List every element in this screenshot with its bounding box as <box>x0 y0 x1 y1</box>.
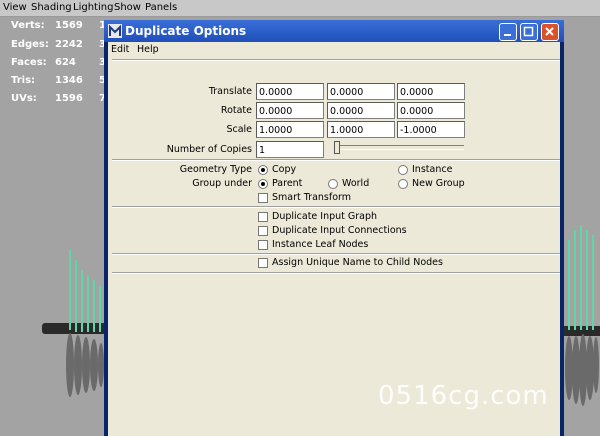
scale-y-field[interactable]: 1.0000 <box>327 121 395 138</box>
duplicate-input-connections-checkbox[interactable] <box>258 226 268 236</box>
menu-divider <box>112 59 560 61</box>
close-button[interactable] <box>541 23 559 41</box>
smart-transform-label: Smart Transform <box>272 192 352 203</box>
dialog-title: Duplicate Options <box>125 24 247 38</box>
duplicate-input-graph-checkbox[interactable] <box>258 212 268 222</box>
menu-panels[interactable]: Panels <box>145 2 177 13</box>
stat-label: Edges: <box>11 39 49 50</box>
group-new-group-radio[interactable] <box>398 179 408 189</box>
stat-edges: Edges: 2242 3 <box>11 39 111 53</box>
duplicate-input-graph-label: Duplicate Input Graph <box>272 211 378 222</box>
stat-uvs: UVs: 1596 7 <box>11 93 111 107</box>
dialog-titlebar[interactable]: Duplicate Options <box>104 20 564 42</box>
menu-help[interactable]: Help <box>137 44 159 55</box>
right-mesh-object[interactable] <box>563 220 600 410</box>
group-parent-label: Parent <box>272 178 303 189</box>
menu-view[interactable]: View <box>3 2 27 13</box>
section-divider <box>112 253 560 255</box>
stat-verts: Verts: 1569 1 <box>11 20 111 34</box>
stat-value: 1569 <box>55 20 83 31</box>
section-divider <box>112 159 560 161</box>
instance-leaf-nodes-label: Instance Leaf Nodes <box>272 239 369 250</box>
geometry-instance-radio[interactable] <box>398 165 408 175</box>
maya-app-icon <box>108 24 122 38</box>
assign-unique-name-label: Assign Unique Name to Child Nodes <box>272 257 443 268</box>
copies-slider-handle[interactable] <box>334 141 340 154</box>
scale-z-field[interactable]: -1.0000 <box>397 121 465 138</box>
copies-field[interactable]: 1 <box>256 141 324 158</box>
rotate-x-field[interactable]: 0.0000 <box>256 102 324 119</box>
watermark-text: 0516cg.com <box>378 381 549 411</box>
menu-lighting[interactable]: Lighting <box>73 2 113 13</box>
stat-label: Tris: <box>11 75 36 86</box>
close-icon <box>545 27 554 36</box>
menu-shading[interactable]: Shading <box>31 2 72 13</box>
maximize-icon <box>523 26 534 37</box>
rotate-z-field[interactable]: 0.0000 <box>397 102 465 119</box>
stat-value: 1346 <box>55 75 83 86</box>
stat-label: Verts: <box>11 20 45 31</box>
minimize-icon <box>504 34 511 36</box>
rotate-label: Rotate <box>220 105 252 116</box>
geometry-instance-label: Instance <box>412 164 453 175</box>
translate-z-field[interactable]: 0.0000 <box>397 83 465 100</box>
dialog-menubar: Edit Help <box>108 42 560 58</box>
instance-leaf-nodes-checkbox[interactable] <box>258 240 268 250</box>
copies-label: Number of Copies <box>166 144 252 155</box>
stat-label: Faces: <box>11 57 47 68</box>
rotate-y-field[interactable]: 0.0000 <box>327 102 395 119</box>
menu-edit[interactable]: Edit <box>111 44 129 55</box>
translate-label: Translate <box>208 86 252 97</box>
menu-show[interactable]: Show <box>114 2 141 13</box>
group-under-label: Group under <box>192 178 252 189</box>
section-divider <box>112 206 560 208</box>
duplicate-options-dialog: Duplicate Options Edit Help Translate 0.… <box>104 20 564 436</box>
group-parent-radio[interactable] <box>258 179 268 189</box>
section-divider <box>112 272 560 274</box>
copies-slider-track[interactable] <box>334 145 464 150</box>
geometry-copy-label: Copy <box>272 164 297 175</box>
scale-label: Scale <box>226 124 252 135</box>
stat-value: 624 <box>55 57 76 68</box>
maximize-button[interactable] <box>520 23 538 41</box>
group-world-radio[interactable] <box>328 179 338 189</box>
duplicate-input-connections-label: Duplicate Input Connections <box>272 225 407 236</box>
stat-value: 2242 <box>55 39 83 50</box>
scale-x-field[interactable]: 1.0000 <box>256 121 324 138</box>
geometry-copy-radio[interactable] <box>258 165 268 175</box>
translate-y-field[interactable]: 0.0000 <box>327 83 395 100</box>
dialog-content: Edit Help Translate 0.0000 0.0000 0.0000… <box>108 42 560 436</box>
viewport-menubar: View Shading Lighting Show Panels <box>0 0 600 17</box>
stat-value: 1596 <box>55 93 83 104</box>
stat-faces: Faces: 624 3 <box>11 57 111 71</box>
assign-unique-name-checkbox[interactable] <box>258 258 268 268</box>
group-world-label: World <box>342 178 370 189</box>
stat-tris: Tris: 1346 5 <box>11 75 111 89</box>
minimize-button[interactable] <box>499 23 517 41</box>
left-mesh-object[interactable] <box>40 240 106 410</box>
geometry-type-label: Geometry Type <box>179 164 252 175</box>
translate-x-field[interactable]: 0.0000 <box>256 83 324 100</box>
stat-label: UVs: <box>11 93 37 104</box>
smart-transform-checkbox[interactable] <box>258 193 268 203</box>
group-new-group-label: New Group <box>412 178 465 189</box>
